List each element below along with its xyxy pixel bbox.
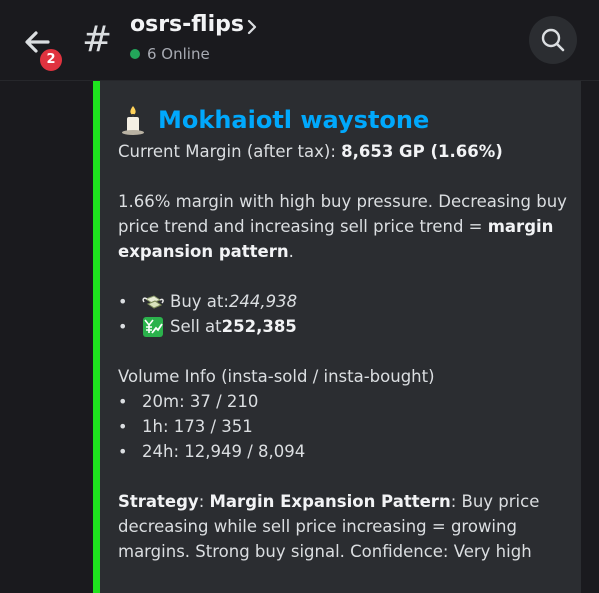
price-list: • Buy at: 244,938 • Sell at 252,385 [118, 289, 568, 339]
summary-end: . [288, 242, 294, 261]
summary-text: 1.66% margin with high buy pressure. Dec… [118, 189, 568, 264]
sell-value: 252,385 [221, 317, 297, 336]
strategy-text: Strategy: Margin Expansion Pattern: Buy … [118, 492, 540, 561]
embed-accent-bar [93, 81, 100, 593]
sell-item: • Sell at 252,385 [118, 314, 568, 339]
volume-item: • 20m: 37 / 210 [118, 389, 568, 414]
volume-item: • 24h: 12,949 / 8,094 [118, 439, 568, 464]
chart-increasing-yen-icon [143, 316, 163, 337]
channel-hash-icon: # [82, 19, 113, 60]
embed-content: Mokhaiotl waystone Current Margin (after… [118, 103, 568, 564]
embed-title[interactable]: Mokhaiotl waystone [158, 107, 429, 133]
money-with-wings-icon [142, 294, 164, 309]
channel-header: 2 # osrs-flips 6 Online [0, 0, 599, 80]
online-status: 6 Online [130, 45, 210, 63]
volume-24h: 24h: 12,949 / 8,094 [142, 442, 306, 461]
margin-label: Current Margin (after tax): [118, 142, 342, 161]
volume-list: • 20m: 37 / 210 • 1h: 173 / 351 • 24h: 12,9… [118, 389, 568, 464]
unread-badge: 2 [38, 47, 64, 73]
volume-title: Volume Info (insta-sold / insta-bought) [118, 367, 435, 386]
volume-1h: 1h: 173 / 351 [142, 417, 253, 436]
strategy-name: Margin Expansion Pattern [209, 492, 451, 511]
embed-title-row: Mokhaiotl waystone [118, 103, 568, 137]
chevron-right-icon[interactable] [244, 16, 260, 38]
candle-icon [122, 106, 144, 135]
volume-item: • 1h: 173 / 351 [118, 414, 568, 439]
volume-20m: 20m: 37 / 210 [142, 392, 259, 411]
sell-label: Sell at [170, 317, 222, 336]
buy-value: 244,938 [228, 292, 298, 311]
online-dot-icon [130, 49, 140, 59]
margin-line: Current Margin (after tax): 8,653 GP (1.… [118, 139, 568, 164]
margin-value: 8,653 GP (1.66%) [341, 142, 503, 161]
buy-item: • Buy at: 244,938 [118, 289, 568, 314]
channel-name[interactable]: osrs-flips [130, 12, 244, 37]
search-button[interactable] [529, 16, 577, 64]
online-count: 6 Online [147, 45, 210, 63]
buy-label: Buy at: [170, 292, 229, 311]
strategy-label: Strategy [118, 492, 199, 511]
search-icon [541, 28, 565, 52]
